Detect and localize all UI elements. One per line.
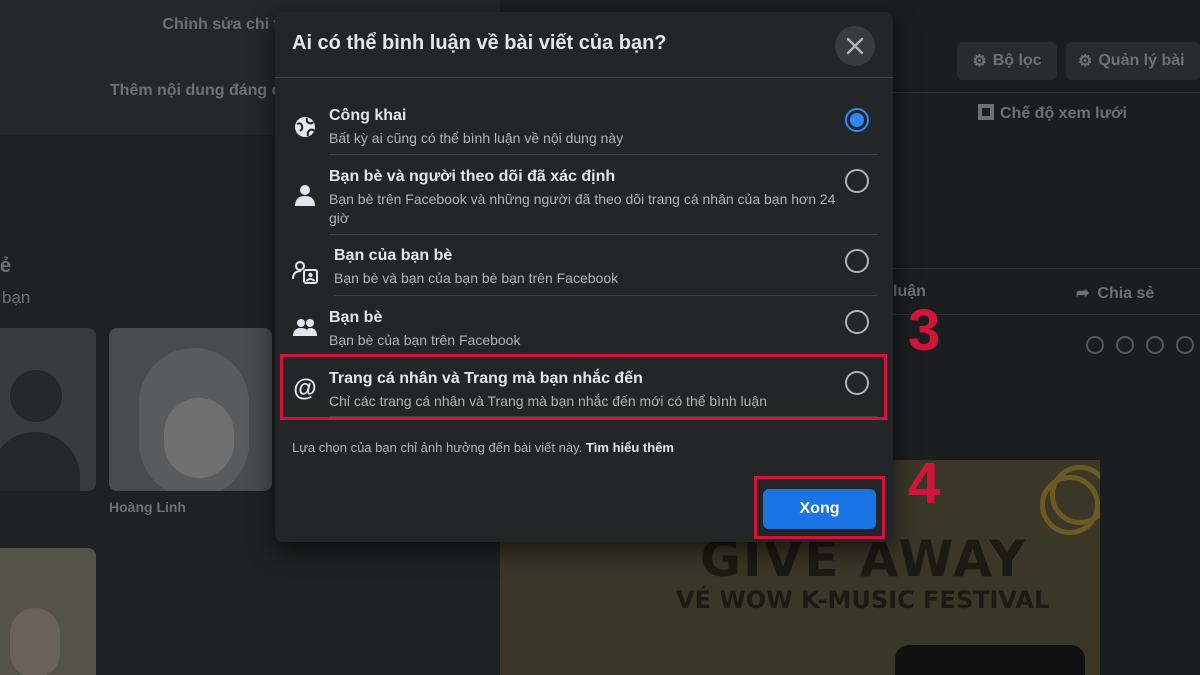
option-title: Bạn bè <box>329 309 383 326</box>
close-button[interactable] <box>835 26 875 66</box>
friends-icon <box>292 314 318 340</box>
share-label: Chia sẻ <box>1097 285 1155 302</box>
step-3-label: 3 <box>908 298 941 363</box>
grid-view-label: Chế độ xem lưới <box>1000 105 1127 122</box>
divider <box>329 154 877 155</box>
filter-button: ⚙ Bộ lọc <box>957 42 1057 80</box>
footnote-text: Lựa chọn của bạn chỉ ảnh hưởng đến bài v… <box>292 440 583 455</box>
option-friends[interactable]: Bạn bè Bạn bè của bạn trên Facebook <box>292 306 876 350</box>
option-title: Bạn bè và người theo dõi đã xác định <box>329 168 616 185</box>
radio-friends[interactable] <box>845 310 869 334</box>
option-description: Bạn bè trên Facebook và những người đã t… <box>329 191 836 226</box>
giveaway-subtitle: VÉ WOW K-MUSIC FESTIVAL <box>676 586 1050 614</box>
radio-friends-of-friends[interactable] <box>845 249 869 273</box>
person-icon <box>292 182 318 208</box>
option-title: Bạn của bạn bè <box>334 247 453 264</box>
divider <box>334 295 877 296</box>
friend-name: Hoàng Linh <box>109 499 186 515</box>
share-action: ➦ Chia sẻ <box>1076 285 1155 302</box>
friends-of-friends-icon <box>292 259 318 285</box>
option-title: Công khai <box>329 107 407 124</box>
manage-posts-button: ⚙ Quản lý bài <box>1066 42 1200 80</box>
option-description: Bạn bè của bạn trên Facebook <box>329 332 521 348</box>
close-icon <box>846 37 864 55</box>
option-description: Bất kỳ ai cũng có thể bình luận về nội d… <box>329 130 624 146</box>
learn-more-link[interactable]: Tìm hiểu thêm <box>586 440 674 455</box>
friends-subheading: bạn <box>2 288 31 307</box>
add-featured-label: Thêm nội dung đáng chú <box>109 82 301 99</box>
grid-view-tab: Chế độ xem lưới <box>978 104 1127 123</box>
divider <box>329 234 877 235</box>
option-public[interactable]: Công khai Bất kỳ ai cũng có thể bình luậ… <box>292 104 876 148</box>
step-4-label: 4 <box>908 451 941 516</box>
comment-icons-row <box>1074 336 1194 359</box>
dialog-header: Ai có thể bình luận về bài viết của bạn? <box>275 12 893 78</box>
friend-photo-hoang-linh <box>109 328 272 491</box>
radio-public[interactable] <box>845 108 869 132</box>
done-button[interactable]: Xong <box>763 489 876 529</box>
option-friends-of-friends[interactable]: Bạn của bạn bè Bạn bè và bạn của bạn bè … <box>292 245 876 289</box>
manage-posts-label: Quản lý bài <box>1098 52 1185 69</box>
step-3-highlight-box <box>280 354 887 420</box>
comment-audience-dialog: Ai có thể bình luận về bài viết của bạn?… <box>275 12 893 542</box>
option-description: Bạn bè và bạn của bạn bè bạn trên Facebo… <box>334 270 619 286</box>
globe-icon <box>292 114 318 140</box>
friend-photo-3 <box>0 548 96 675</box>
radio-friends-followers[interactable] <box>845 169 869 193</box>
filter-label: Bộ lọc <box>992 52 1042 69</box>
friend-photo-default <box>0 328 96 491</box>
friends-heading: ẻ <box>0 255 12 277</box>
option-friends-followers[interactable]: Bạn bè và người theo dõi đã xác định Bạn… <box>292 165 876 229</box>
footnote: Lựa chọn của bạn chỉ ảnh hưởng đến bài v… <box>292 440 674 455</box>
dialog-title: Ai có thể bình luận về bài viết của bạn? <box>292 32 667 54</box>
